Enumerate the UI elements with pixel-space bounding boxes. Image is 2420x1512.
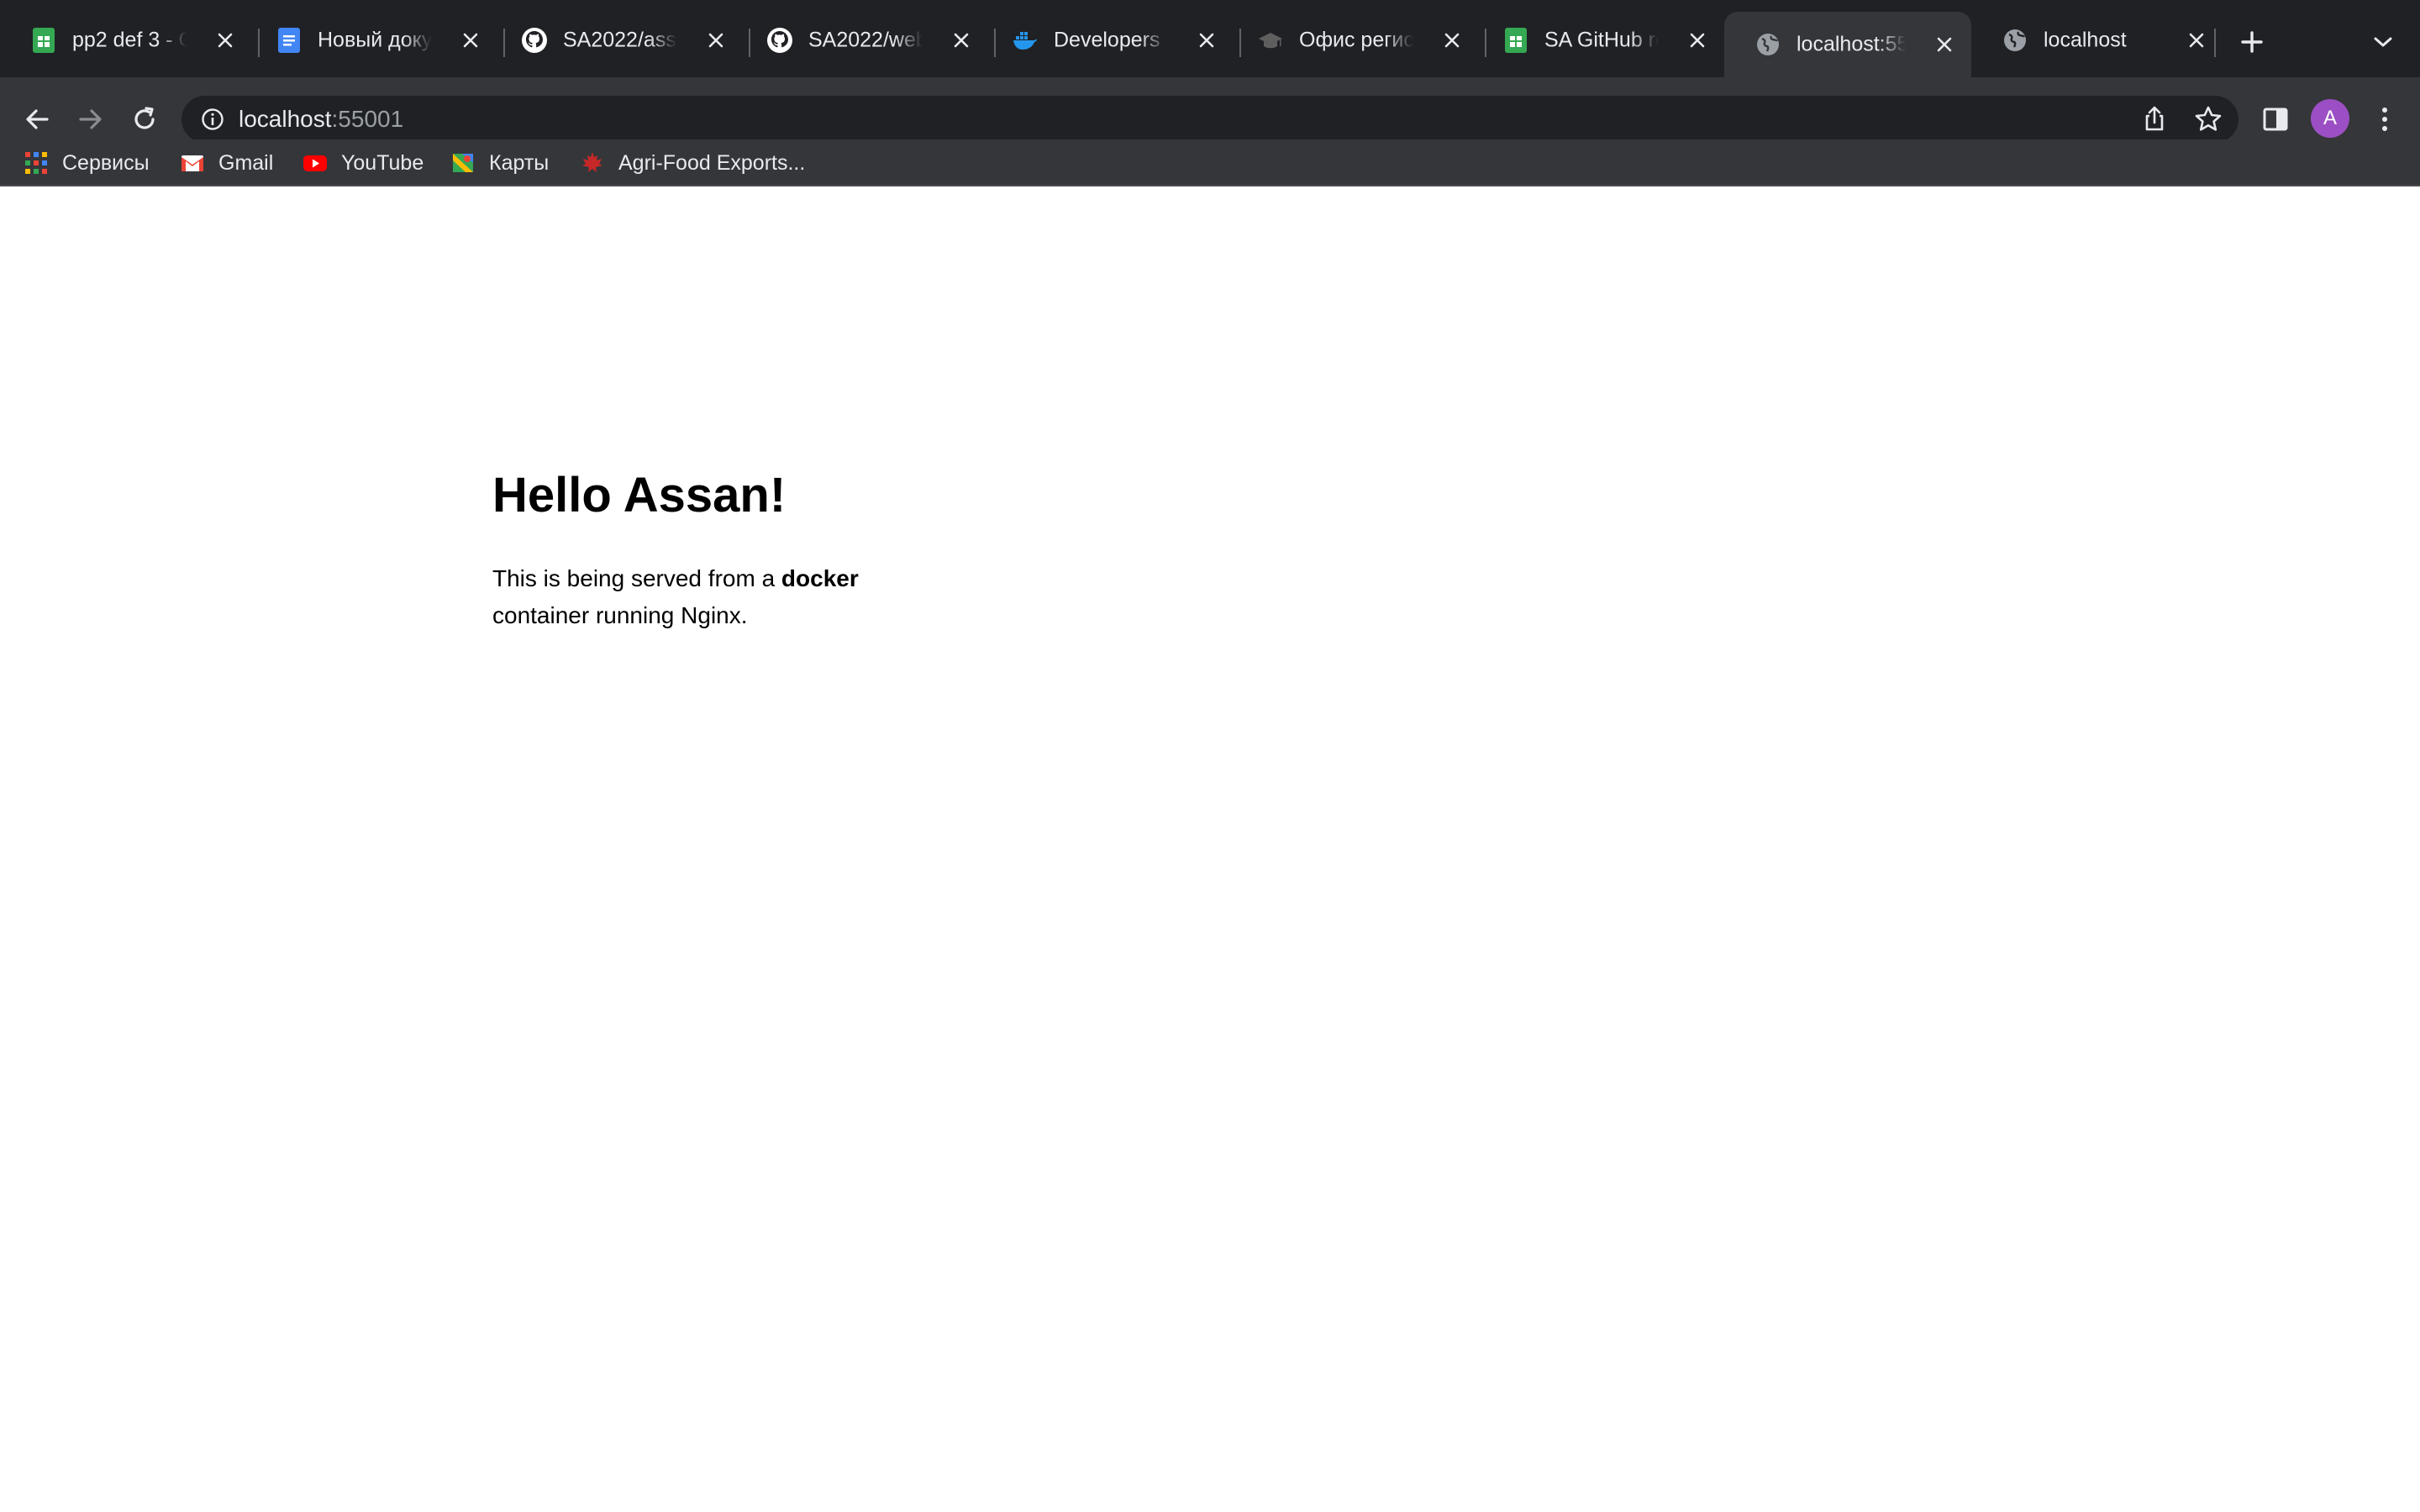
plus-icon xyxy=(2241,31,2263,53)
maps-icon xyxy=(453,154,473,172)
forward-button[interactable] xyxy=(72,101,109,138)
tab-google-docs[interactable]: Новый документ xyxy=(245,12,497,69)
new-tab-button[interactable] xyxy=(2235,20,2269,64)
google-sheets-icon xyxy=(1505,28,1527,53)
arrow-left-icon xyxy=(26,109,49,129)
browser-menu-button[interactable] xyxy=(2366,101,2403,138)
paragraph-bold-docker: docker xyxy=(781,565,859,591)
bookmark-label: Сервисы xyxy=(62,150,150,175)
tab-title: Developers - Docker xyxy=(1054,28,1168,52)
tab-github-assignments[interactable]: SA2022/assignments xyxy=(491,12,743,69)
url-host: localhost xyxy=(239,106,332,132)
web-page-content xyxy=(0,186,2420,1512)
bookmark-label: Gmail xyxy=(218,150,274,175)
url-text[interactable]: localhost:55001 xyxy=(239,107,403,132)
close-tab-icon[interactable] xyxy=(950,29,973,52)
youtube-icon xyxy=(303,155,327,171)
close-tab-icon[interactable] xyxy=(2185,29,2208,52)
side-panel-button[interactable] xyxy=(2257,101,2294,138)
globe-icon xyxy=(1757,34,1779,55)
bookmark-maps[interactable]: Карты xyxy=(450,144,549,181)
tab-divider xyxy=(2214,29,2216,57)
close-tab-icon[interactable] xyxy=(459,29,482,52)
graduation-cap-icon xyxy=(1259,33,1282,49)
close-tab-icon[interactable] xyxy=(1933,33,1956,56)
tab-google-sheets-pp2[interactable]: pp2 def 3 - Google Sheets xyxy=(0,12,252,69)
bookmark-gmail[interactable]: Gmail xyxy=(180,144,273,181)
side-panel-icon xyxy=(2263,108,2288,131)
close-tab-icon[interactable] xyxy=(1440,29,1464,52)
apps-grid-icon xyxy=(25,152,47,174)
tab-title: pp2 def 3 - Google Sheets xyxy=(72,28,187,52)
bookmark-agri-food-exports[interactable]: Agri-Food Exports... xyxy=(580,144,805,181)
bookmark-label: Agri-Food Exports... xyxy=(618,150,806,175)
back-button[interactable] xyxy=(18,101,55,138)
google-sheets-icon xyxy=(33,28,55,53)
tab-title: Новый документ xyxy=(318,28,432,52)
tab-title: SA2022/assignments xyxy=(563,28,677,52)
chevron-down-icon xyxy=(2374,37,2392,47)
paragraph-text-end: container running Nginx. xyxy=(492,602,748,628)
tab-docker-developers[interactable]: Developers - Docker xyxy=(981,12,1234,69)
share-icon[interactable] xyxy=(2139,104,2170,134)
reload-icon xyxy=(134,107,155,129)
docker-icon xyxy=(1013,32,1037,50)
tab-localhost[interactable]: localhost xyxy=(1971,12,2223,69)
bookmark-label: YouTube xyxy=(341,150,424,175)
github-icon xyxy=(767,28,792,53)
close-tab-icon[interactable] xyxy=(704,29,728,52)
bookmark-services[interactable]: Сервисы xyxy=(24,144,150,181)
page-title: Hello Assan! xyxy=(492,468,786,522)
tab-title: localhost:55001 xyxy=(1797,32,1906,56)
info-icon[interactable] xyxy=(200,107,225,132)
page-paragraph: This is being served from a docker conta… xyxy=(492,560,929,634)
tab-sa-github-repos[interactable]: SA GitHub repos xyxy=(1472,12,1724,69)
tab-title: Офис регистратора xyxy=(1299,28,1413,52)
paragraph-text-start: This is being served from a xyxy=(492,565,781,591)
google-docs-icon xyxy=(278,28,300,53)
reload-button[interactable] xyxy=(126,101,163,138)
tab-registrar-office[interactable]: Офис регистратора xyxy=(1227,12,1479,69)
close-tab-icon[interactable] xyxy=(1195,29,1218,52)
bookmark-star-icon[interactable] xyxy=(2193,104,2223,134)
tab-strip: pp2 def 3 - Google Sheets Новый документ… xyxy=(0,0,2420,77)
tab-localhost-55001-active[interactable]: localhost:55001 xyxy=(1724,12,1971,77)
more-vertical-icon xyxy=(2382,108,2387,131)
github-icon xyxy=(522,28,547,53)
address-bar[interactable]: localhost:55001 xyxy=(182,96,2238,143)
tab-title: SA GitHub repos xyxy=(1544,28,1659,52)
globe-icon xyxy=(2004,29,2026,51)
gmail-icon xyxy=(182,155,203,171)
tab-title: SA2022/webapp xyxy=(808,28,923,52)
close-tab-icon[interactable] xyxy=(213,29,237,52)
bookmark-youtube[interactable]: YouTube xyxy=(302,144,424,181)
tab-search-button[interactable] xyxy=(2368,25,2398,59)
arrow-right-icon xyxy=(79,109,102,129)
maple-leaf-icon xyxy=(582,152,602,172)
tab-github-webapp[interactable]: SA2022/webapp xyxy=(736,12,988,69)
avatar-initial: A xyxy=(2323,107,2337,129)
url-port: :55001 xyxy=(331,106,404,132)
bookmarks-bar: Сервисы Gmail YouTube Карты Agri-Food Ex… xyxy=(0,139,2420,186)
tab-title: localhost xyxy=(2044,28,2127,52)
bookmark-label: Карты xyxy=(489,150,550,175)
close-tab-icon[interactable] xyxy=(1686,29,1709,52)
profile-avatar[interactable]: A xyxy=(2311,99,2349,138)
